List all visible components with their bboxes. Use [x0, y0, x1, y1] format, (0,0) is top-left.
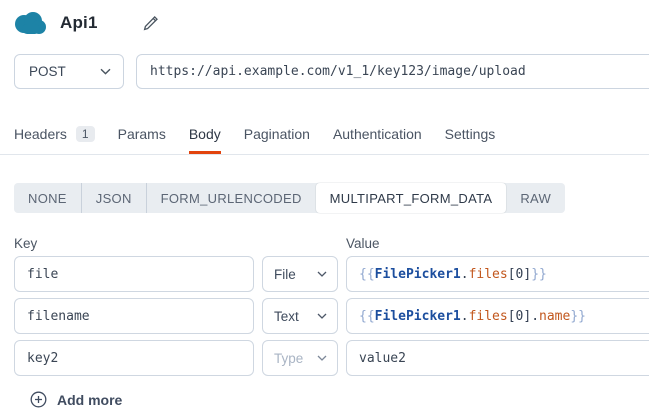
chevron-down-icon — [100, 68, 111, 75]
table-row: Type value2 — [14, 340, 649, 376]
value-input-row2[interactable]: {{FilePicker1.files[0].name}} — [346, 298, 649, 334]
type-select-row3[interactable]: Type — [262, 340, 338, 376]
tab-params[interactable]: Params — [118, 126, 166, 154]
chevron-down-icon — [317, 355, 327, 361]
multipart-kv-table: Key Value File {{FilePicker1.files[0]}} … — [14, 236, 649, 376]
add-more-button[interactable]: Add more — [30, 391, 122, 408]
edit-pencil-icon[interactable] — [143, 15, 159, 31]
type-select-row2[interactable]: Text — [262, 298, 338, 334]
value-column-label: Value — [346, 236, 649, 251]
table-row: Text {{FilePicker1.files[0].name}} — [14, 298, 649, 334]
cloud-icon — [12, 11, 47, 35]
request-bar: POST — [14, 54, 649, 89]
table-row: File {{FilePicker1.files[0]}} — [14, 256, 649, 292]
body-type-none[interactable]: NONE — [14, 183, 81, 213]
value-input-row3[interactable]: value2 — [346, 340, 649, 376]
tab-authentication[interactable]: Authentication — [333, 126, 422, 154]
key-input-row1[interactable] — [14, 256, 254, 292]
body-type-raw[interactable]: RAW — [506, 183, 565, 213]
body-type-json[interactable]: JSON — [81, 183, 146, 213]
api-editor-tabs: Headers 1 Params Body Pagination Authent… — [0, 126, 649, 155]
url-input[interactable] — [136, 54, 649, 89]
body-type-multipart-form-data[interactable]: MULTIPART_FORM_DATA — [316, 183, 507, 213]
http-method-value: POST — [29, 64, 66, 79]
kv-table-header: Key Value — [14, 236, 649, 251]
key-input-row2[interactable] — [14, 298, 254, 334]
plus-circle-icon — [30, 391, 47, 408]
tab-headers[interactable]: Headers 1 — [14, 126, 95, 154]
api-name-title: Api1 — [60, 13, 98, 33]
value-input-row1[interactable]: {{FilePicker1.files[0]}} — [346, 256, 649, 292]
body-type-segmented-control: NONE JSON FORM_URLENCODED MULTIPART_FORM… — [14, 183, 565, 213]
chevron-down-icon — [317, 271, 327, 277]
tab-body[interactable]: Body — [189, 126, 221, 154]
key-column-label: Key — [14, 236, 254, 251]
tab-settings[interactable]: Settings — [445, 126, 496, 154]
http-method-select[interactable]: POST — [14, 54, 124, 89]
key-input-row3[interactable] — [14, 340, 254, 376]
chevron-down-icon — [317, 313, 327, 319]
add-more-label: Add more — [57, 392, 122, 408]
tab-pagination[interactable]: Pagination — [244, 126, 310, 154]
tab-headers-label: Headers — [14, 126, 67, 142]
body-type-form-urlencoded[interactable]: FORM_URLENCODED — [146, 183, 316, 213]
api-header: Api1 — [12, 10, 649, 36]
headers-count-badge: 1 — [76, 126, 95, 142]
type-select-row1[interactable]: File — [262, 256, 338, 292]
